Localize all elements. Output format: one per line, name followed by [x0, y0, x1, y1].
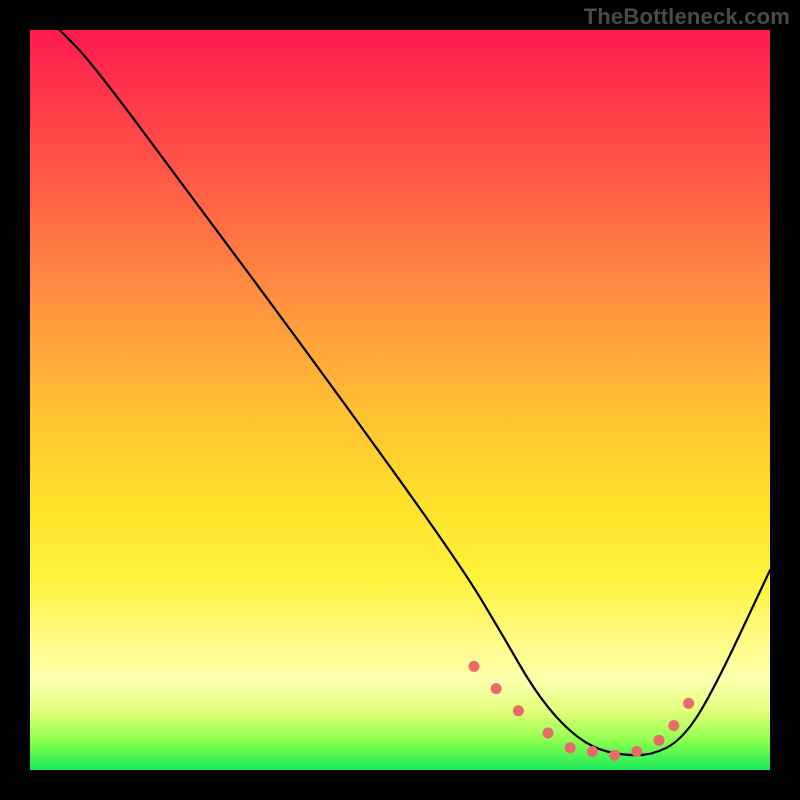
highlight-dot: [565, 742, 576, 753]
highlight-dot: [654, 735, 665, 746]
bottleneck-curve-svg: [30, 30, 770, 770]
highlight-dot: [631, 746, 642, 757]
highlight-dot: [587, 746, 598, 757]
highlight-dot: [668, 720, 679, 731]
highlight-dot: [543, 728, 554, 739]
chart-frame: TheBottleneck.com: [0, 0, 800, 800]
highlight-dot: [491, 683, 502, 694]
bottleneck-curve-path: [60, 30, 770, 755]
highlight-dot: [513, 705, 524, 716]
highlight-dot: [469, 661, 480, 672]
highlight-dot: [609, 750, 620, 761]
highlight-dots-group: [469, 661, 695, 761]
watermark-text: TheBottleneck.com: [584, 4, 790, 30]
highlight-dot: [683, 698, 694, 709]
